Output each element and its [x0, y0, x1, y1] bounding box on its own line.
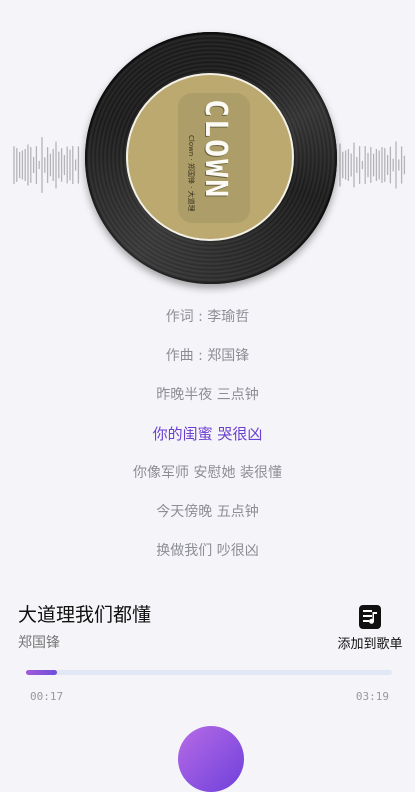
add-to-playlist-label: 添加到歌单 — [337, 637, 403, 652]
lyric-line-active: 你的闺蜜 哭很凶 — [152, 425, 263, 443]
lyric-line: 昨晚半夜 三点钟 — [156, 387, 259, 403]
play-pause-button[interactable] — [178, 726, 244, 792]
playlist-add-icon — [359, 605, 381, 629]
lyric-line: 作曲 : 郑国锋 — [165, 348, 250, 364]
progress-bar[interactable] — [26, 670, 392, 675]
add-to-playlist-button[interactable]: 添加到歌单 — [330, 604, 410, 652]
progress-fill — [26, 670, 58, 675]
lyric-line: 今天傍晚 五点钟 — [156, 504, 259, 520]
current-time: 00:17 — [30, 690, 64, 703]
album-cover-subtitle: Clown · 郑国锋 · 大道理 — [187, 135, 195, 212]
sound-wave-left — [13, 137, 80, 193]
total-time: 03:19 — [355, 690, 389, 703]
lyric-line: 作词 : 李瑜哲 — [165, 309, 250, 325]
lyric-line: 换做我们 吵很凶 — [156, 543, 259, 559]
lyrics-list: 作词 : 李瑜哲 作曲 : 郑国锋 昨晚半夜 三点钟 你的闺蜜 哭很凶你像军师 安慰她… — [0, 300, 415, 573]
album-cover-title: CLOWN — [198, 99, 233, 200]
sound-wave-right — [339, 141, 406, 189]
lyric-line: 你像军师 安慰她 装很懂 — [133, 465, 282, 481]
song-artist[interactable]: 郑国锋 — [18, 632, 60, 652]
disc-area: CLOWN Clown · 郑国锋 · 大道理 — [0, 0, 415, 300]
song-title: 大道理我们都懂 — [18, 604, 152, 626]
album-cover: CLOWN Clown · 郑国锋 · 大道理 — [126, 73, 294, 241]
